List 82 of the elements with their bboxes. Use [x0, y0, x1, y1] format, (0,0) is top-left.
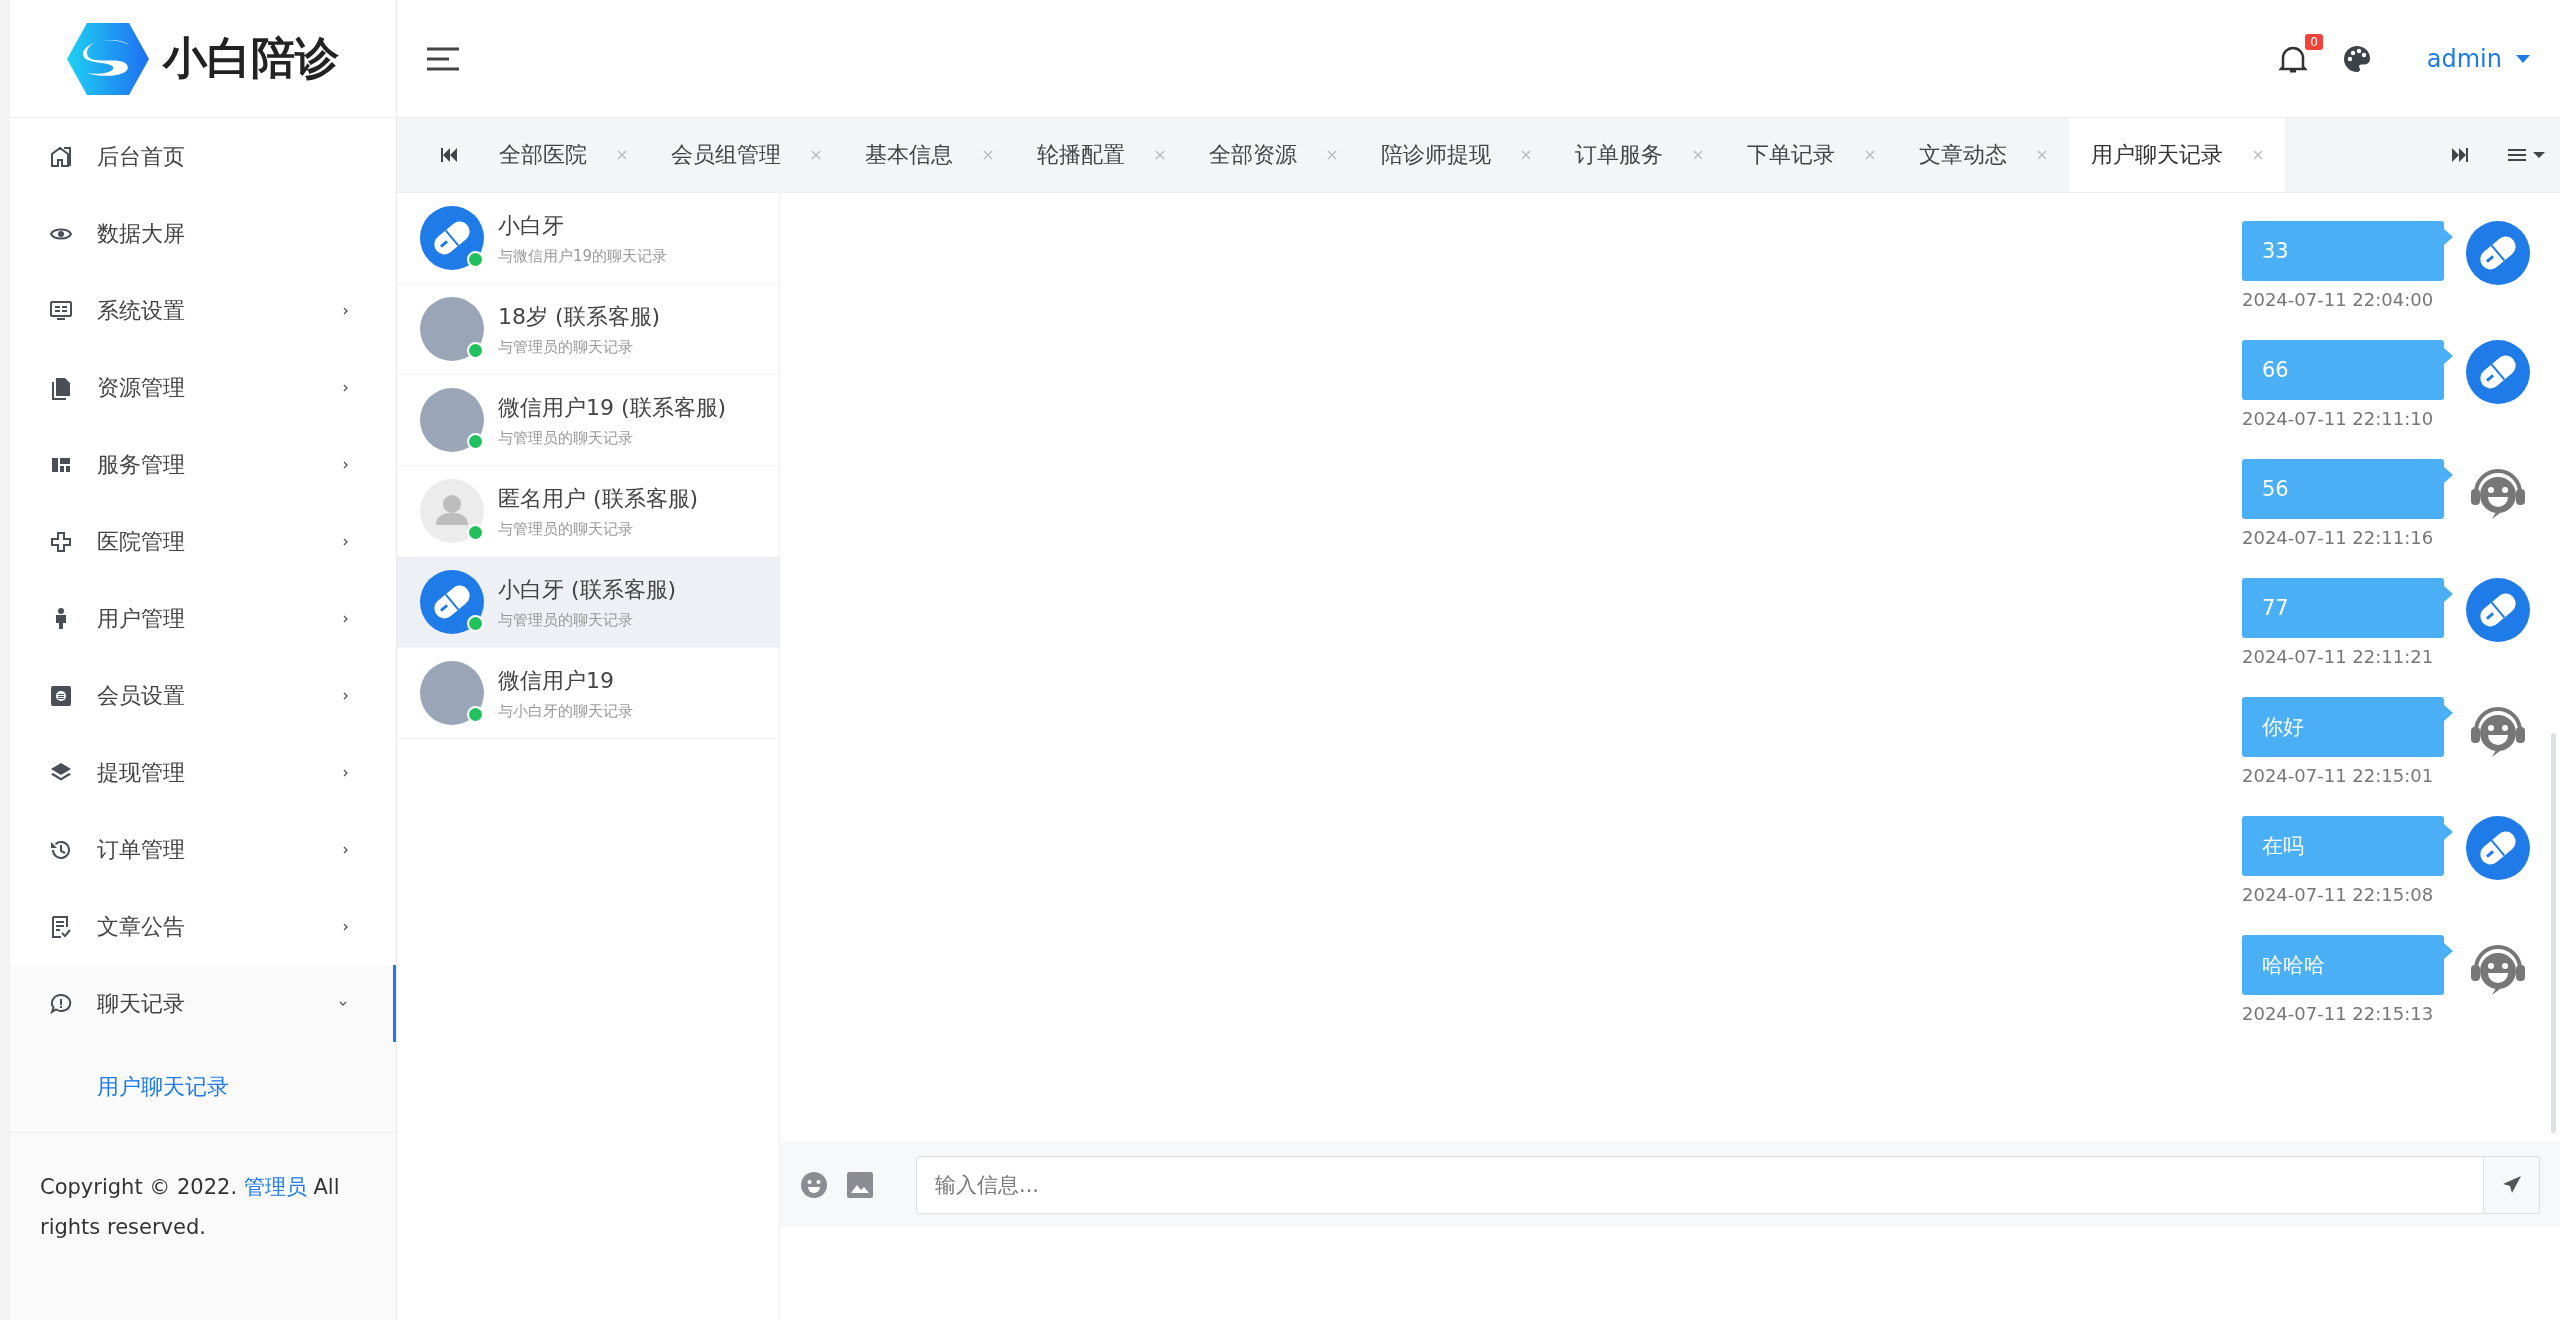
pill-avatar [420, 206, 484, 270]
conversation-subtitle: 与管理员的聊天记录 [498, 519, 634, 539]
message-time: 2024-07-11 22:15:01 [2242, 765, 2435, 786]
tab[interactable]: 订单服务 [1553, 118, 1725, 192]
sidebar-item[interactable]: 聊天记录 [10, 965, 396, 1042]
conversation-name: 小白牙 (联系客服) [498, 575, 677, 604]
sidebar-item[interactable]: 后台首页 [10, 118, 396, 195]
conversation-name: 微信用户19 (联系客服) [498, 393, 727, 422]
conversation-subtitle: 与管理员的聊天记录 [498, 337, 634, 357]
palette-icon[interactable] [2342, 44, 2371, 73]
submenu-item[interactable]: 用户聊天记录 [10, 1042, 396, 1132]
conversation-item[interactable]: 微信用户19 (联系客服) 与管理员的聊天记录 [397, 375, 779, 466]
notification-badge: 0 [2305, 33, 2323, 50]
last-page-icon[interactable] [2452, 148, 2468, 162]
tab-menu-icon[interactable] [2508, 147, 2546, 163]
pill-avatar [2466, 221, 2530, 285]
close-icon[interactable] [2037, 150, 2047, 160]
pill-avatar [2466, 578, 2530, 642]
logo-icon [67, 22, 149, 95]
user-menu[interactable]: admin [2426, 44, 2530, 73]
pill-avatar [2466, 340, 2530, 404]
sidebar-item[interactable]: 系统设置 [10, 272, 396, 349]
tab[interactable]: 下单记录 [1725, 118, 1897, 192]
tab[interactable]: 全部医院 [477, 118, 649, 192]
conversation-name: 18岁 (联系客服) [498, 302, 661, 331]
tab[interactable]: 全部资源 [1187, 118, 1359, 192]
conversation-item[interactable]: 小白牙 与微信用户19的聊天记录 [397, 193, 779, 284]
close-icon[interactable] [1155, 150, 1165, 160]
tab[interactable]: 会员组管理 [649, 118, 843, 192]
close-icon[interactable] [617, 150, 627, 160]
sidebar-item[interactable]: 订单管理 [10, 811, 396, 888]
close-icon[interactable] [811, 150, 821, 160]
conversation-name: 微信用户19 [498, 666, 615, 695]
admin-link[interactable]: 管理员 [243, 1175, 307, 1199]
conversation-item[interactable]: 微信用户19 与小白牙的聊天记录 [397, 648, 779, 739]
message-input[interactable]: 输入信息... [916, 1155, 2484, 1214]
close-icon[interactable] [1327, 150, 1337, 160]
sidebar-item[interactable]: 文章公告 [10, 888, 396, 965]
sidebar-item[interactable]: 医院管理 [10, 503, 396, 580]
tab[interactable]: 轮播配置 [1015, 118, 1187, 192]
tab[interactable]: 用户聊天记录 [2069, 118, 2285, 192]
conversation-subtitle: 与管理员的聊天记录 [498, 428, 634, 448]
conversation-subtitle: 与小白牙的聊天记录 [498, 701, 633, 721]
conversation-item[interactable]: 匿名用户 (联系客服) 与管理员的聊天记录 [397, 466, 779, 557]
close-icon[interactable] [1865, 150, 1875, 160]
conversation-subtitle: 与管理员的聊天记录 [498, 610, 634, 630]
close-icon[interactable] [2253, 150, 2263, 160]
conversation-item[interactable]: 18岁 (联系客服) 与管理员的聊天记录 [397, 284, 779, 375]
send-icon[interactable] [2501, 1174, 2522, 1195]
first-page-icon[interactable] [441, 148, 457, 162]
message-time: 2024-07-11 22:04:00 [2242, 289, 2435, 310]
message-time: 2024-07-11 22:15:13 [2242, 1003, 2435, 1024]
sidebar-item[interactable]: 提现管理 [10, 734, 396, 811]
close-icon[interactable] [1693, 150, 1703, 160]
conversation-name: 匿名用户 (联系客服) [498, 484, 699, 513]
copyright-text: Copyright © 2022. 管理员 All rights reserved. [40, 1175, 340, 1239]
close-icon[interactable] [1521, 150, 1531, 160]
tab[interactable]: 陪诊师提现 [1359, 118, 1553, 192]
message-time: 2024-07-11 22:11:21 [2242, 646, 2435, 667]
close-icon[interactable] [983, 150, 993, 160]
message-time: 2024-07-11 22:15:08 [2242, 884, 2435, 905]
caret-icon[interactable] [2516, 54, 2530, 63]
pill-avatar [2466, 816, 2530, 880]
conversation-name: 小白牙 [498, 211, 565, 240]
tab[interactable]: 文章动态 [1897, 118, 2069, 192]
pill-avatar [420, 570, 484, 634]
send-button[interactable] [2484, 1155, 2540, 1214]
default-user-avatar [420, 479, 484, 543]
scrollbar[interactable] [2551, 733, 2556, 1133]
conversation-subtitle: 与微信用户19的聊天记录 [498, 246, 668, 266]
sidebar-item[interactable]: 数据大屏 [10, 195, 396, 272]
sidebar-item[interactable]: 会员设置 [10, 657, 396, 734]
tab[interactable]: 基本信息 [843, 118, 1015, 192]
sidebar-item[interactable]: 用户管理 [10, 580, 396, 657]
emoji-icon[interactable] [800, 1170, 828, 1199]
brand-name: 小白陪诊 [163, 31, 339, 85]
conversation-item[interactable]: 小白牙 (联系客服) 与管理员的聊天记录 [397, 557, 779, 648]
sidebar-item[interactable]: 资源管理 [10, 349, 396, 426]
message-time: 2024-07-11 22:11:16 [2242, 527, 2435, 548]
sidebar-item[interactable]: 服务管理 [10, 426, 396, 503]
message-time: 2024-07-11 22:11:10 [2242, 408, 2435, 429]
image-icon[interactable] [846, 1170, 874, 1199]
